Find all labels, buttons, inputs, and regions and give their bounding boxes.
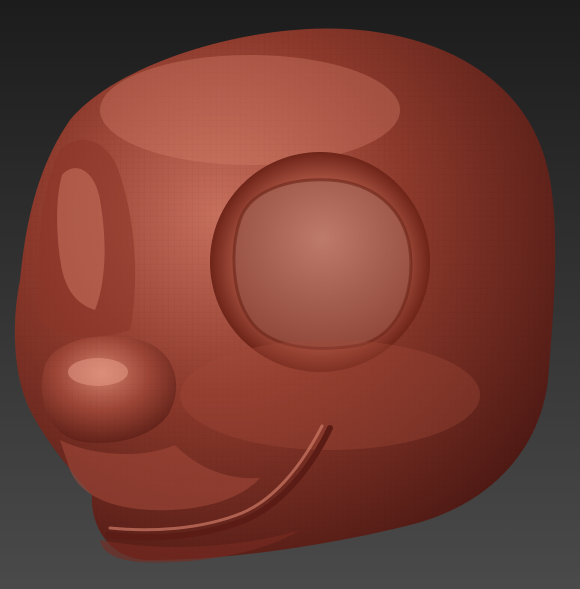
sculpt-canvas[interactable] [0,0,580,589]
sculpt-viewport[interactable] [0,0,580,589]
nose-highlight [68,358,128,386]
forehead-highlight [100,55,400,165]
eye-socket[interactable] [234,179,411,349]
sculpt-head[interactable] [14,28,556,563]
